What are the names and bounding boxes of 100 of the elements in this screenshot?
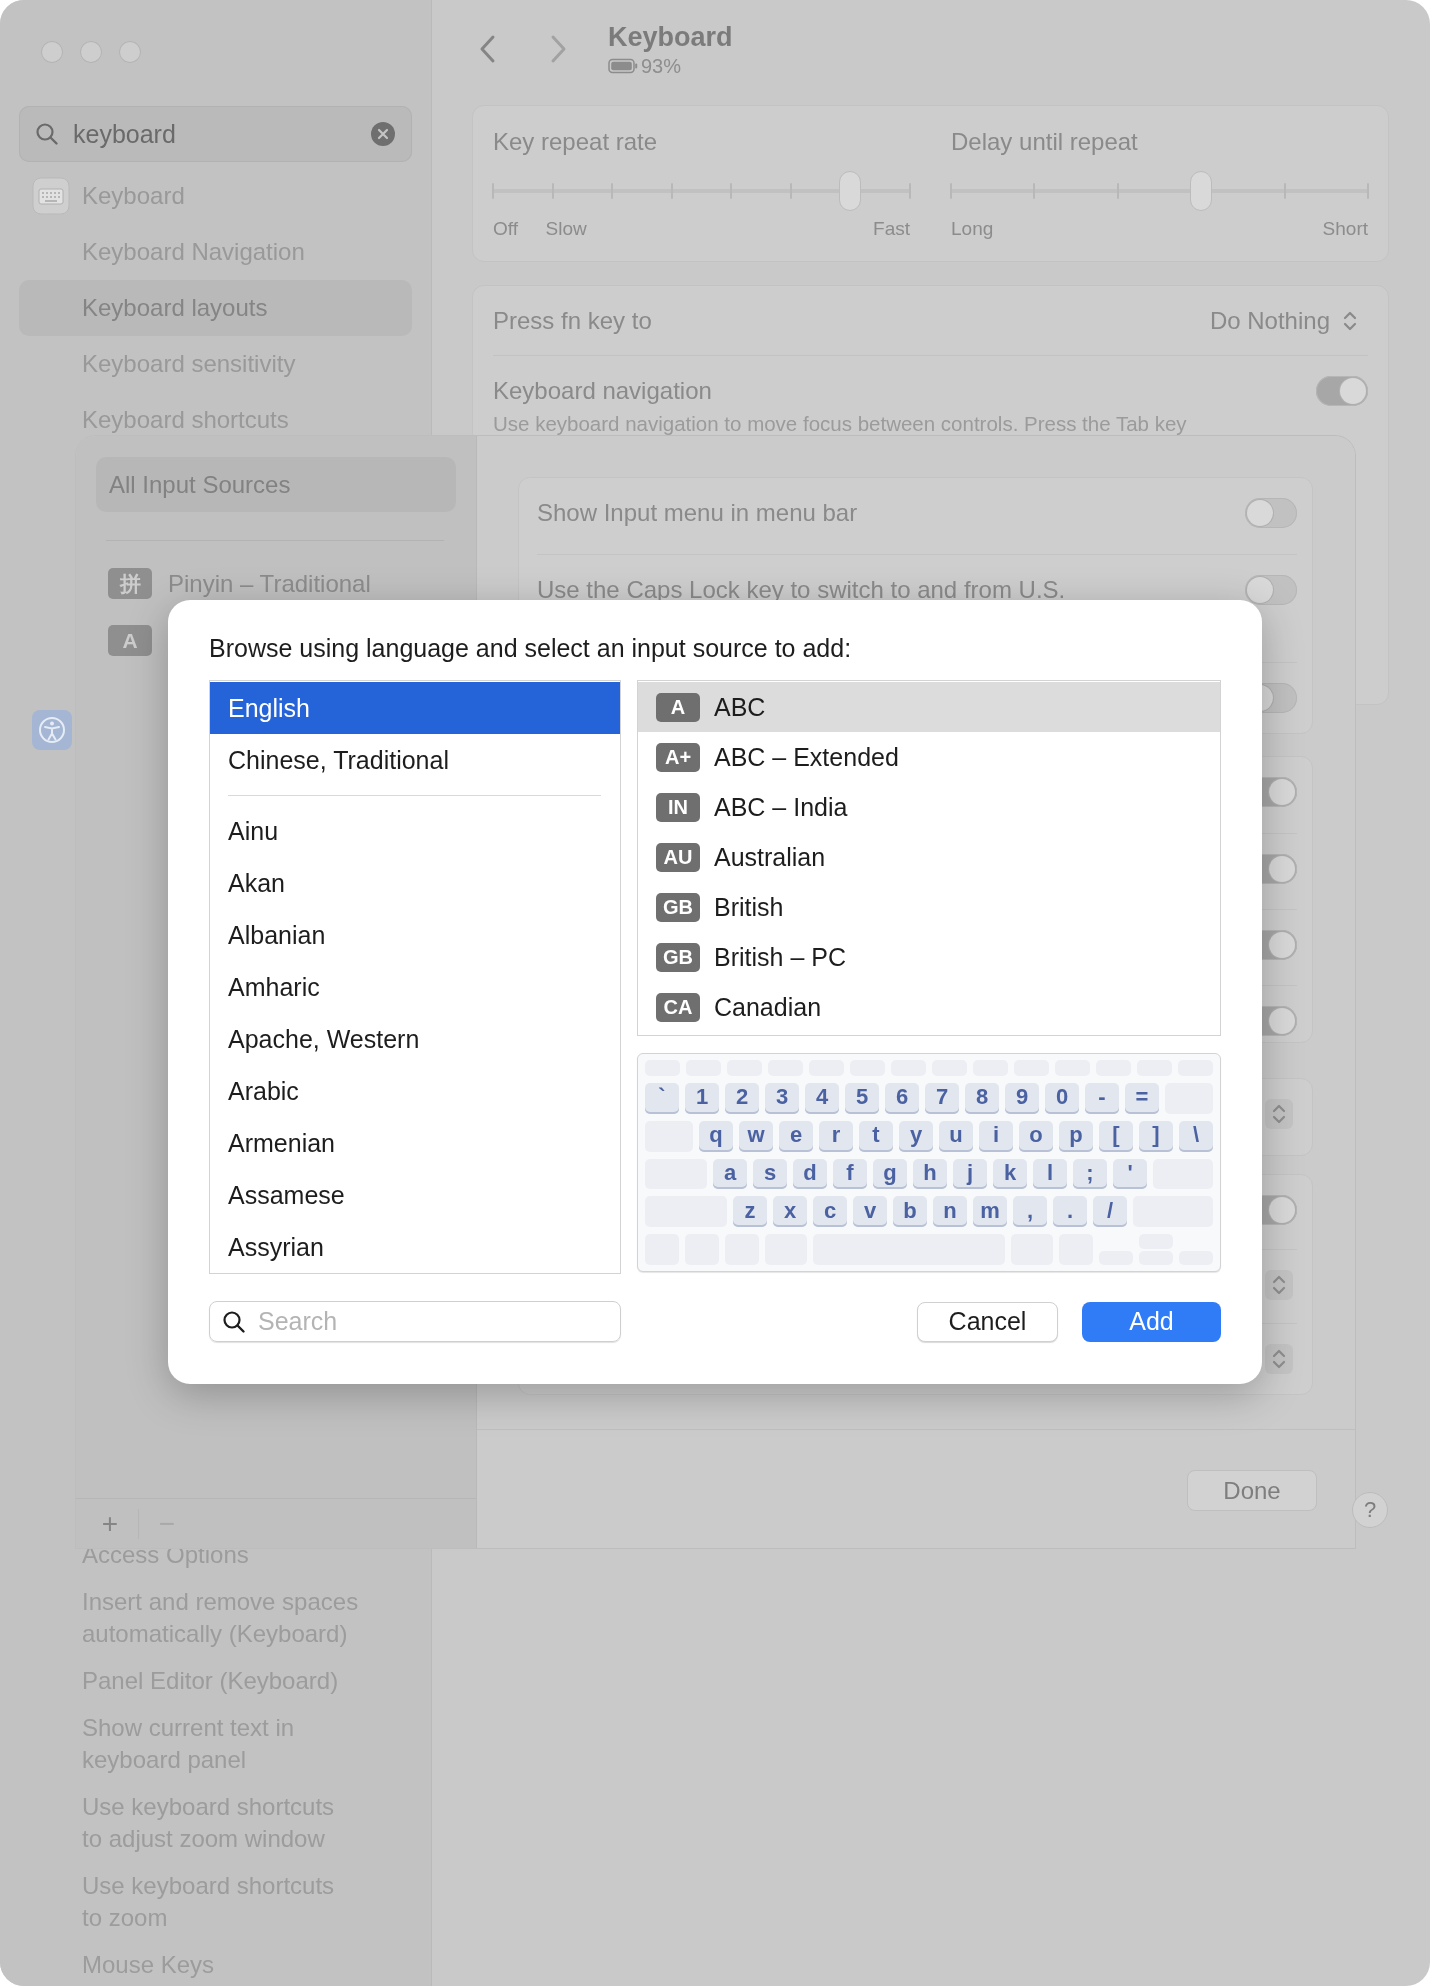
key: -	[1085, 1082, 1119, 1114]
input-source-name: ABC – Extended	[714, 742, 899, 772]
cancel-button[interactable]: Cancel	[917, 1301, 1058, 1342]
toggle-switch[interactable]	[1316, 376, 1368, 406]
scale-label: Long	[951, 217, 994, 241]
key: u	[939, 1120, 973, 1152]
key: [	[1099, 1120, 1133, 1152]
key: ,	[1013, 1196, 1047, 1228]
input-source-badge: GB	[656, 942, 700, 972]
add-button[interactable]: +	[90, 1505, 130, 1542]
input-source-name: ABC – India	[714, 792, 848, 822]
key: 8	[965, 1082, 999, 1114]
language-item[interactable]: Albanian	[210, 909, 620, 961]
key: 7	[925, 1082, 959, 1114]
key: t	[859, 1120, 893, 1152]
scale-label: Short	[1322, 217, 1368, 241]
input-source-badge: AU	[656, 842, 700, 872]
input-source-name: British – PC	[714, 942, 846, 972]
window-control-button[interactable]	[80, 41, 102, 63]
key: 0	[1045, 1082, 1079, 1114]
key: 6	[885, 1082, 919, 1114]
slider-label: Delay until repeat	[951, 127, 1138, 157]
popup-button[interactable]	[1265, 1099, 1293, 1129]
key: n	[933, 1196, 967, 1228]
setting-label: Keyboard navigation	[493, 376, 712, 406]
slider-thumb[interactable]	[839, 171, 862, 211]
popup-button[interactable]	[1265, 1344, 1293, 1374]
input-source-badge: A	[656, 692, 700, 722]
input-source-badge: IN	[656, 792, 700, 822]
key: o	[1019, 1120, 1053, 1152]
slider-thumb[interactable]	[1190, 171, 1213, 211]
key: v	[853, 1196, 887, 1228]
input-source-badge: CA	[656, 992, 700, 1022]
search-field[interactable]: keyboard	[19, 106, 412, 162]
key: d	[793, 1158, 827, 1190]
key: f	[833, 1158, 867, 1190]
toggle-switch[interactable]	[1245, 575, 1297, 605]
key: 9	[1005, 1082, 1039, 1114]
popup-button[interactable]	[1265, 1270, 1293, 1300]
language-item[interactable]: Ainu	[210, 805, 620, 857]
key: g	[873, 1158, 907, 1190]
key: j	[953, 1158, 987, 1190]
search-field[interactable]: Search	[209, 1301, 621, 1342]
keyboard-icon	[32, 177, 70, 215]
input-source-item[interactable]: GB British – PC	[638, 932, 1220, 982]
key: p	[1059, 1120, 1093, 1152]
input-source-badge: 拼	[108, 568, 152, 599]
search-icon	[222, 1309, 246, 1334]
key: 5	[845, 1082, 879, 1114]
language-item[interactable]: Assyrian	[210, 1221, 620, 1273]
input-source-item[interactable]: CA Canadian	[638, 982, 1220, 1032]
language-item[interactable]: Apache, Western	[210, 1013, 620, 1065]
input-source-name: ABC	[714, 692, 766, 722]
key: q	[699, 1120, 733, 1152]
key: w	[739, 1120, 773, 1152]
key: ;	[1073, 1158, 1107, 1190]
input-source-badge: A+	[656, 742, 700, 772]
toggle-switch[interactable]	[1245, 498, 1297, 528]
key: i	[979, 1120, 1013, 1152]
key: c	[813, 1196, 847, 1228]
key: /	[1093, 1196, 1127, 1228]
key: .	[1053, 1196, 1087, 1228]
key: ]	[1139, 1120, 1173, 1152]
battery-level: 93%	[641, 54, 682, 78]
language-item[interactable]: Chinese, Traditional	[210, 734, 620, 786]
input-source-item[interactable]: GB British	[638, 882, 1220, 932]
key: 1	[685, 1082, 719, 1114]
popup-button[interactable]: Do Nothing	[1209, 306, 1358, 335]
key: l	[1033, 1158, 1067, 1190]
key: e	[779, 1120, 813, 1152]
key: 3	[765, 1082, 799, 1114]
language-item[interactable]: Arabic	[210, 1065, 620, 1117]
language-item[interactable]: Armenian	[210, 1117, 620, 1169]
input-source-item[interactable]: IN ABC – India	[638, 782, 1220, 832]
input-source-name: Australian	[714, 842, 826, 872]
input-source-item[interactable]: A ABC	[638, 682, 1220, 732]
dialog-prompt: Browse using language and select an input source to add:	[209, 633, 852, 663]
add-button[interactable]: Add	[1082, 1301, 1221, 1342]
key: \	[1179, 1120, 1213, 1152]
window-control-button[interactable]	[41, 41, 63, 63]
key: a	[713, 1158, 747, 1190]
option-label: Show Input menu in menu bar	[537, 498, 858, 528]
language-item[interactable]: Amharic	[210, 961, 620, 1013]
input-source-name: Canadian	[714, 992, 822, 1022]
key: =	[1125, 1082, 1159, 1114]
clear-icon	[370, 121, 396, 147]
key: '	[1113, 1158, 1147, 1190]
language-item[interactable]: Akan	[210, 857, 620, 909]
input-source-item[interactable]: AU Australian	[638, 832, 1220, 882]
scale-label: Fast	[873, 217, 910, 241]
language-item[interactable]: English	[210, 682, 620, 734]
scale-label: Off	[493, 217, 518, 241]
key: h	[913, 1158, 947, 1190]
window-control-button[interactable]	[119, 41, 141, 63]
language-item[interactable]: Assamese	[210, 1169, 620, 1221]
input-source-item[interactable]: A+ ABC – Extended	[638, 732, 1220, 782]
help-button[interactable]: ?	[1352, 1492, 1388, 1528]
done-button[interactable]: Done	[1187, 1470, 1317, 1511]
input-source-badge: A	[108, 625, 152, 656]
battery-icon	[608, 58, 638, 74]
